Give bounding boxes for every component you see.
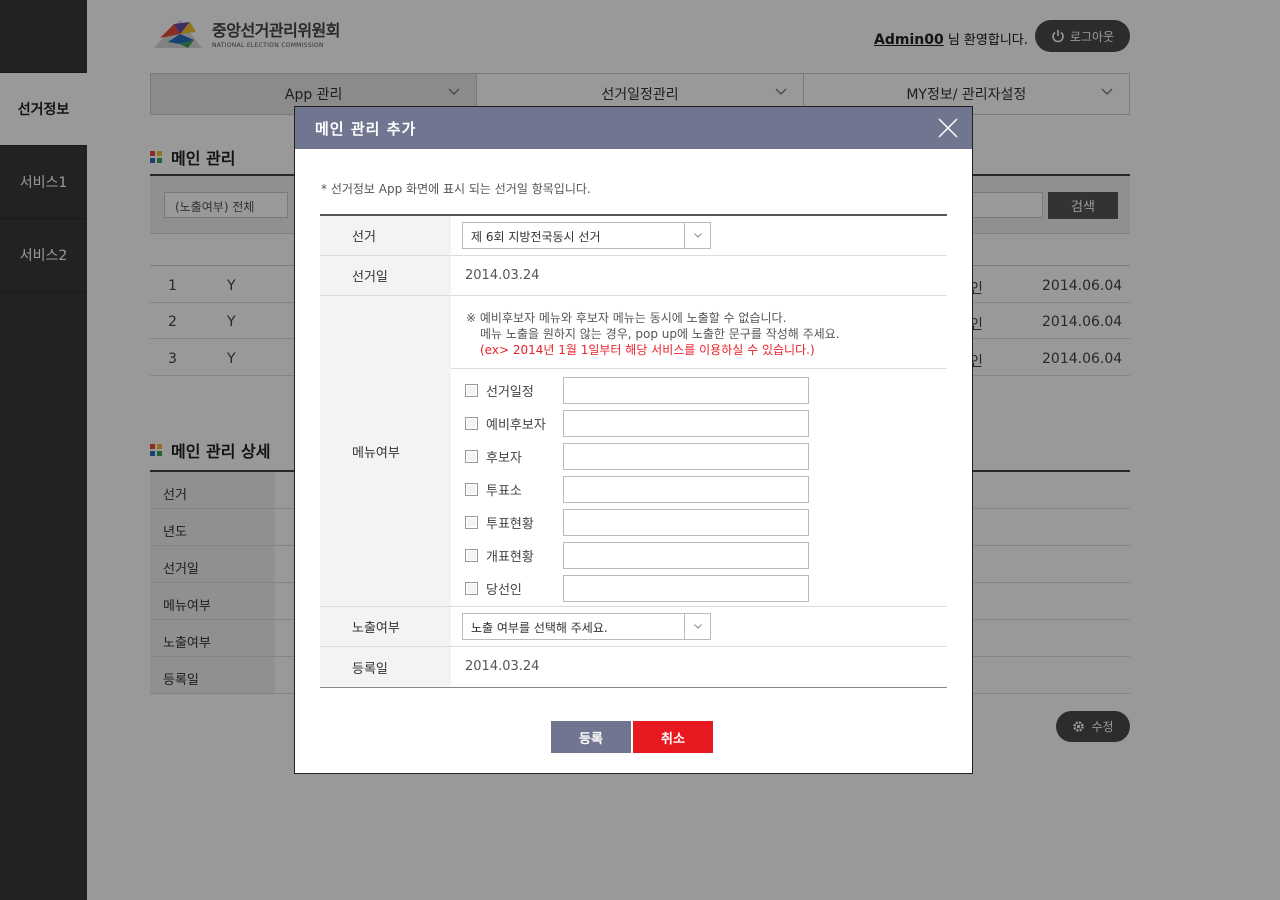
option-label: 당선인 [486,583,522,598]
modal-header: 메인 관리 추가 [295,107,972,149]
exposure-select[interactable]: 노출 여부를 선택해 주세요. [462,613,711,640]
regdate-label: 등록일 [320,647,451,687]
checkbox[interactable] [465,549,478,562]
popup-text-input[interactable] [563,443,809,470]
popup-text-input[interactable] [563,410,809,437]
add-main-modal: 메인 관리 추가 * 선거정보 App 화면에 표시 되는 선거일 항목입니다.… [294,106,973,774]
menu-option-turnout: 투표현황 [465,506,947,539]
election-date-value: 2014.03.24 [465,268,540,283]
menu-option-polling-place: 투표소 [465,473,947,506]
option-label: 개표현황 [486,550,534,565]
modal-buttons: 등록 취소 [551,721,713,753]
checkbox[interactable] [465,450,478,463]
option-label: 후보자 [486,451,522,466]
option-label: 예비후보자 [486,418,546,433]
option-label: 투표현황 [486,517,534,532]
popup-text-input[interactable] [563,377,809,404]
checkbox[interactable] [465,516,478,529]
register-button[interactable]: 등록 [551,721,631,753]
form-row-regdate: 등록일 2014.03.24 [320,647,947,687]
popup-text-input[interactable] [563,509,809,536]
close-icon[interactable] [938,118,958,138]
option-label: 선거일정 [486,385,534,400]
menu-option-counting: 개표현황 [465,539,947,572]
menu-options: 선거일정 예비후보자 후보자 투표소 투표현황 개표현황 당선인 [451,369,947,607]
menu-notes: ※ 예비후보자 메뉴와 후보자 메뉴는 동시에 노출할 수 없습니다. 메뉴 노… [451,296,947,369]
election-select[interactable]: 제 6회 지방전국동시 선거 [462,222,711,249]
modal-note: * 선거정보 App 화면에 표시 되는 선거일 항목입니다. [321,182,591,196]
menu-label: 메뉴여부 [320,296,451,606]
form-row-election-date: 선거일 2014.03.24 [320,256,947,296]
menu-option-winner: 당선인 [465,572,947,605]
election-cell: 제 6회 지방전국동시 선거 [451,216,947,255]
regdate-value: 2014.03.24 [465,659,540,674]
menu-option-schedule: 선거일정 [465,374,947,407]
modal-form: 선거 제 6회 지방전국동시 선거 선거일 2014.03.24 메뉴여부 ※ … [320,214,947,688]
option-label: 투표소 [486,484,522,499]
election-date-label: 선거일 [320,256,451,295]
exposure-cell: 노출 여부를 선택해 주세요. [451,607,947,646]
form-row-election: 선거 제 6회 지방전국동시 선거 [320,216,947,256]
form-row-exposure: 노출여부 노출 여부를 선택해 주세요. [320,607,947,647]
modal-title: 메인 관리 추가 [315,120,417,138]
exposure-select-value: 노출 여부를 선택해 주세요. [471,621,608,635]
menu-note-1: ※ 예비후보자 메뉴와 후보자 메뉴는 동시에 노출할 수 없습니다. [466,311,787,325]
menu-option-preliminary: 예비후보자 [465,407,947,440]
cancel-button[interactable]: 취소 [633,721,713,753]
menu-cell: ※ 예비후보자 메뉴와 후보자 메뉴는 동시에 노출할 수 없습니다. 메뉴 노… [451,296,947,606]
checkbox[interactable] [465,384,478,397]
menu-option-candidate: 후보자 [465,440,947,473]
checkbox[interactable] [465,417,478,430]
menu-note-3: (ex> 2014년 1월 1일부터 해당 서비스를 이용하실 수 있습니다.) [480,343,815,357]
regdate-cell: 2014.03.24 [451,647,947,687]
popup-text-input[interactable] [563,575,809,602]
election-select-value: 제 6회 지방전국동시 선거 [471,230,601,244]
checkbox[interactable] [465,483,478,496]
checkbox[interactable] [465,582,478,595]
election-label: 선거 [320,216,451,255]
popup-text-input[interactable] [563,542,809,569]
chevron-down-icon [684,614,710,639]
popup-text-input[interactable] [563,476,809,503]
election-date-cell: 2014.03.24 [451,256,947,295]
exposure-label: 노출여부 [320,607,451,646]
chevron-down-icon [684,223,710,248]
form-row-menu: 메뉴여부 ※ 예비후보자 메뉴와 후보자 메뉴는 동시에 노출할 수 없습니다.… [320,296,947,607]
menu-note-2: 메뉴 노출을 원하지 않는 경우, pop up에 노출한 문구를 작성해 주세… [480,327,840,341]
